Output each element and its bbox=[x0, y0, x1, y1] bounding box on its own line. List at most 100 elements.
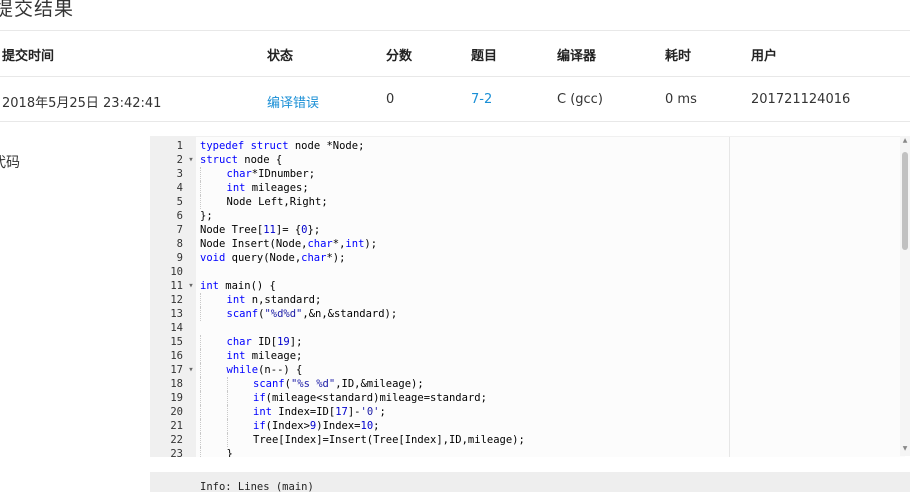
code-line: 19 if(mileage<standard)mileage=standard; bbox=[150, 391, 905, 405]
col-header-score: 分数 bbox=[386, 49, 413, 64]
line-number: 20 bbox=[170, 406, 183, 418]
compiler-output-text: Info: Lines (main) bbox=[200, 481, 314, 493]
indent-guide bbox=[226, 419, 228, 433]
code-line: 23} bbox=[150, 447, 905, 457]
col-header-compiler: 编译器 bbox=[557, 49, 597, 64]
code-text: struct node { bbox=[200, 154, 283, 166]
indent-guide bbox=[200, 377, 201, 391]
line-number: 11 bbox=[170, 280, 183, 292]
code-line: 7 Node Tree[11]= {0}; bbox=[150, 223, 905, 237]
indent-guide bbox=[226, 405, 228, 419]
indent-guide bbox=[226, 391, 228, 405]
col-header-problem: 题目 bbox=[471, 49, 498, 64]
indent-guide bbox=[200, 335, 201, 349]
submit-time: 2018年5月25日 23:42:41 bbox=[2, 96, 162, 111]
line-number: 12 bbox=[170, 294, 183, 306]
code-text: while(n--) { bbox=[226, 364, 303, 376]
duration-value: 0 ms bbox=[665, 92, 697, 107]
code-line: 18 scanf("%s %d",ID,&mileage); bbox=[150, 377, 905, 391]
code-line: 10 bbox=[150, 265, 905, 279]
line-number: 22 bbox=[170, 434, 183, 446]
line-number: 2 bbox=[176, 154, 183, 166]
fold-toggle-icon[interactable]: ▾ bbox=[186, 363, 196, 377]
col-header-duration: 耗时 bbox=[665, 49, 692, 64]
row-divider bbox=[0, 121, 910, 122]
indent-guide bbox=[200, 349, 201, 363]
scrollbar-thumb[interactable] bbox=[902, 152, 908, 250]
code-section-label: 代码 bbox=[0, 155, 20, 171]
fold-toggle-icon[interactable]: ▾ bbox=[186, 153, 196, 167]
problem-link[interactable]: 7-2 bbox=[471, 92, 492, 107]
col-header-time: 提交时间 bbox=[2, 49, 55, 64]
editor-scrollbar[interactable]: ▲ ▼ bbox=[900, 136, 910, 456]
indent-guide bbox=[226, 433, 228, 447]
col-header-user: 用户 bbox=[751, 49, 778, 64]
code-text: typedef struct node *Node; bbox=[200, 140, 365, 152]
user-value: 201721124016 bbox=[751, 92, 851, 107]
line-number: 13 bbox=[170, 308, 183, 320]
fold-toggle-icon[interactable]: ▾ bbox=[186, 279, 196, 293]
code-editor[interactable]: 1 typedef struct node *Node; 2 ▾ struct node… bbox=[150, 136, 905, 457]
line-number: 5 bbox=[176, 196, 183, 208]
indent-guide bbox=[200, 195, 201, 209]
code-text: int n,standard; bbox=[226, 294, 322, 306]
code-text: int mileage; bbox=[226, 350, 303, 362]
compiler-output-box: Info: Lines (main) bbox=[150, 472, 910, 493]
line-number: 23 bbox=[170, 448, 183, 457]
line-number: 10 bbox=[170, 266, 183, 278]
indent-guide bbox=[200, 181, 201, 195]
compiler-value: C (gcc) bbox=[557, 92, 603, 107]
code-line: 14 bbox=[150, 321, 905, 335]
indent-guide bbox=[200, 433, 201, 447]
indent-guide bbox=[200, 447, 201, 457]
col-header-status: 状态 bbox=[267, 49, 294, 64]
score-value: 0 bbox=[386, 92, 395, 107]
title-divider bbox=[0, 30, 910, 31]
code-text: }; bbox=[200, 210, 213, 222]
indent-guide bbox=[200, 307, 201, 321]
line-number: 6 bbox=[176, 210, 183, 222]
indent-guide bbox=[226, 377, 228, 391]
code-line: 3 char*IDnumber; bbox=[150, 167, 905, 181]
code-text: if(mileage<standard)mileage=standard; bbox=[253, 392, 487, 404]
code-line: 20 int Index=ID[17]-'0'; bbox=[150, 405, 905, 419]
code-line: 6}; bbox=[150, 209, 905, 223]
code-text: Node Insert(Node,char*,int); bbox=[200, 238, 378, 250]
code-text: char*IDnumber; bbox=[226, 168, 316, 180]
code-text: int main() { bbox=[200, 280, 276, 292]
code-line: 4 int mileages; bbox=[150, 181, 905, 195]
scroll-up-arrow-icon[interactable]: ▲ bbox=[900, 137, 910, 145]
code-line: 17 ▾ while(n--) { bbox=[150, 363, 905, 377]
code-text: Node Left,Right; bbox=[226, 196, 328, 208]
indent-guide bbox=[200, 293, 201, 307]
code-line: 15 char ID[19]; bbox=[150, 335, 905, 349]
code-text: int Index=ID[17]-'0'; bbox=[253, 406, 386, 418]
line-number: 14 bbox=[170, 322, 183, 334]
code-text: Tree[Index]=Insert(Tree[Index],ID,mileag… bbox=[253, 434, 525, 446]
code-line: 16 int mileage; bbox=[150, 349, 905, 363]
code-line: 11 ▾ int main() { bbox=[150, 279, 905, 293]
code-line: 5 Node Left,Right; bbox=[150, 195, 905, 209]
line-number: 18 bbox=[170, 378, 183, 390]
line-number: 8 bbox=[176, 238, 183, 250]
scroll-down-arrow-icon[interactable]: ▼ bbox=[900, 445, 910, 453]
code-line: 22 Tree[Index]=Insert(Tree[Index],ID,mile… bbox=[150, 433, 905, 447]
status-link[interactable]: 编译错误 bbox=[267, 92, 319, 111]
code-text: if(Index>9)Index=10; bbox=[253, 420, 380, 432]
code-line: 1 typedef struct node *Node; bbox=[150, 139, 905, 153]
header-divider bbox=[0, 76, 910, 77]
line-number: 15 bbox=[170, 336, 183, 348]
code-text: scanf("%s %d",ID,&mileage); bbox=[253, 378, 424, 390]
code-text: int mileages; bbox=[226, 182, 309, 194]
code-text: } bbox=[226, 448, 233, 457]
code-line: 9 void query(Node,char*); bbox=[150, 251, 905, 265]
line-number: 19 bbox=[170, 392, 183, 404]
indent-guide bbox=[200, 167, 201, 181]
line-number: 17 bbox=[170, 364, 183, 376]
line-number: 9 bbox=[176, 252, 183, 264]
code-line: 13 scanf("%d%d",&n,&standard); bbox=[150, 307, 905, 321]
indent-guide bbox=[200, 363, 201, 377]
indent-guide bbox=[200, 419, 201, 433]
code-line: 8 Node Insert(Node,char*,int); bbox=[150, 237, 905, 251]
indent-guide bbox=[200, 391, 201, 405]
